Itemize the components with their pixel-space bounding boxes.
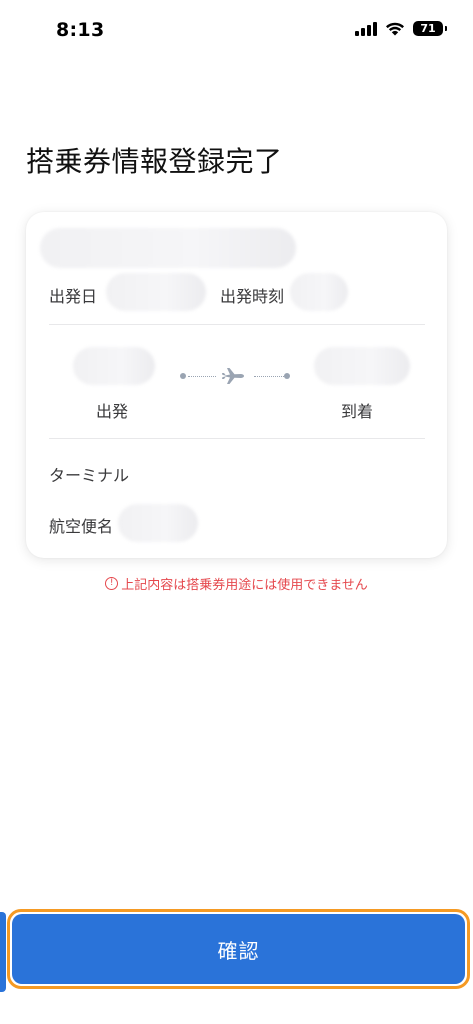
redacted-departure-date	[106, 273, 206, 311]
usage-notice-text: 上記内容は搭乗券用途には使用できません	[121, 578, 368, 593]
usage-notice: ! 上記内容は搭乗券用途には使用できません	[0, 574, 473, 593]
redacted-passenger-name	[40, 228, 296, 268]
battery-level: 71	[420, 22, 436, 35]
airplane-icon	[221, 365, 245, 387]
flight-number-label: 航空便名	[49, 517, 114, 536]
redacted-departure-airport	[73, 347, 155, 385]
route-start-dot	[180, 373, 186, 379]
boarding-pass-card: 出発日 出発時刻 出発 到着 ターミナル 航空便名	[26, 212, 447, 558]
route-dotted-left	[188, 376, 216, 377]
page-title: 搭乗券情報登録完了	[26, 145, 283, 178]
battery-icon: 71	[413, 21, 447, 36]
card-divider	[49, 324, 425, 325]
wifi-icon	[385, 21, 405, 36]
status-bar: 8:13 71	[0, 0, 473, 60]
redacted-arrival-airport	[314, 347, 410, 385]
confirm-button[interactable]: 確認	[12, 914, 465, 984]
departure-label: 出発	[96, 402, 129, 421]
status-icons: 71	[355, 21, 447, 36]
arrival-label: 到着	[341, 402, 374, 421]
card-divider	[49, 438, 425, 439]
redacted-flight-number	[118, 504, 198, 542]
cellular-signal-icon	[355, 21, 377, 36]
left-edge-strip	[0, 912, 6, 992]
warning-circle-icon: !	[105, 577, 119, 590]
route-end-dot	[284, 373, 290, 379]
status-time: 8:13	[56, 19, 105, 41]
redacted-departure-time	[290, 273, 348, 311]
departure-date-label: 出発日	[49, 287, 98, 306]
terminal-label: ターミナル	[49, 466, 130, 485]
route-dotted-right	[254, 376, 284, 377]
departure-time-label: 出発時刻	[220, 287, 285, 306]
